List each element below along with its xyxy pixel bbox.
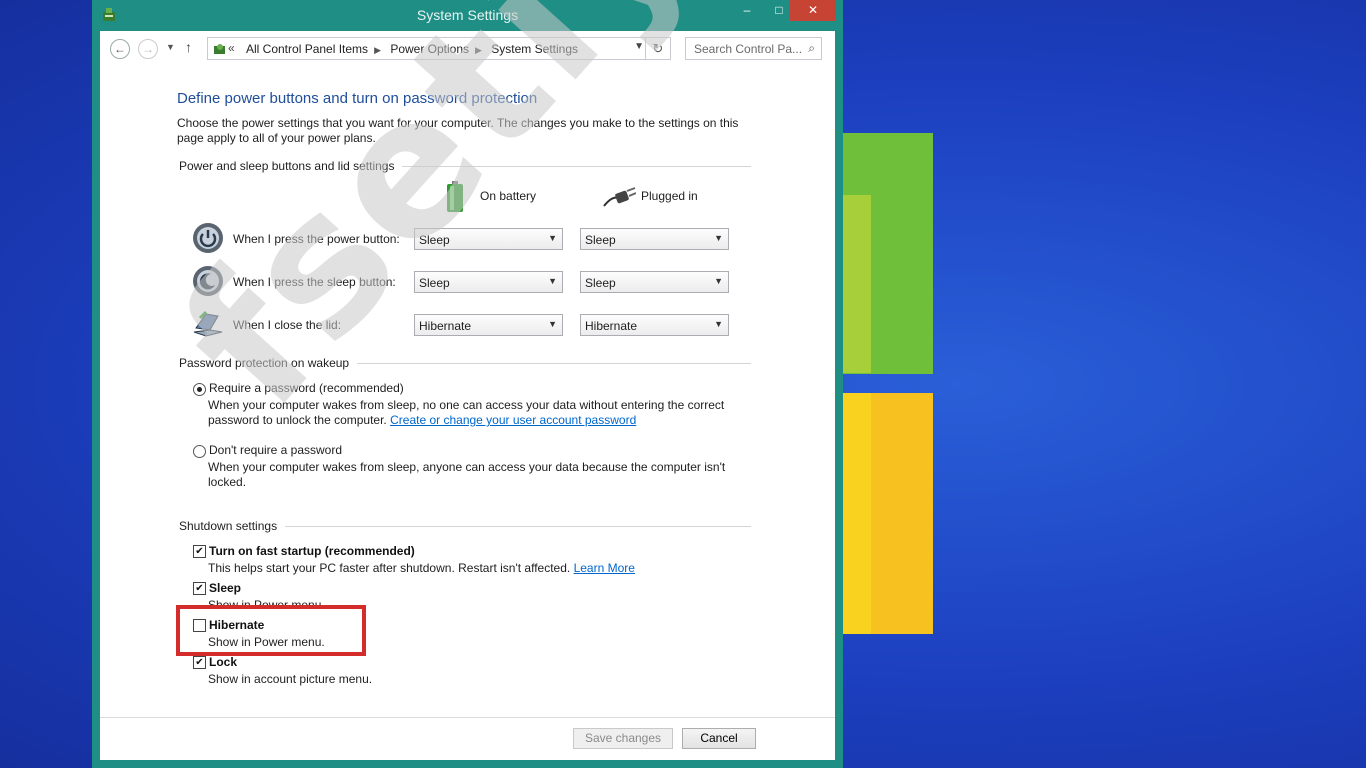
chevron-down-icon: ▼	[548, 276, 557, 286]
close-lid-battery-select[interactable]: Hibernate ▼	[414, 314, 563, 336]
back-arrow-icon[interactable]: ←	[110, 39, 130, 59]
breadcrumb-item[interactable]: All Control Panel Items	[246, 42, 368, 56]
power-button-label: When I press the power button:	[233, 232, 400, 246]
select-value: Sleep	[585, 233, 616, 247]
section-title-shutdown: Shutdown settings	[179, 519, 286, 533]
change-password-link[interactable]: Create or change your user account passw…	[390, 413, 636, 427]
desktop-tile-yellow-accent	[843, 393, 871, 634]
section-title-buttons: Power and sleep buttons and lid settings	[179, 159, 403, 173]
sleep-button-battery-select[interactable]: Sleep ▼	[414, 271, 563, 293]
fast-startup-text: This helps start your PC faster after sh…	[208, 561, 571, 575]
hibernate-highlight-box	[176, 605, 366, 656]
search-icon[interactable]: ⌕	[808, 41, 815, 56]
save-changes-button[interactable]: Save changes	[573, 728, 673, 749]
sleep-button-label: When I press the sleep button:	[233, 275, 396, 289]
close-lid-plugged-select[interactable]: Hibernate ▼	[580, 314, 729, 336]
window-client-area: ← → ▼ ↑ « All Control Panel Items ▶ Power…	[100, 31, 835, 760]
cancel-button[interactable]: Cancel	[682, 728, 756, 749]
sleep-button-icon	[193, 266, 223, 296]
footer-divider	[100, 717, 835, 718]
breadcrumb-item[interactable]: Power Options	[390, 42, 469, 56]
title-bar[interactable]: System Settings – □ ✕	[92, 0, 843, 31]
require-password-description: When your computer wakes from sleep, no …	[208, 398, 728, 428]
chevron-down-icon: ▼	[548, 319, 557, 329]
laptop-lid-icon	[193, 310, 223, 337]
power-plug-icon	[603, 187, 636, 207]
power-button-icon	[193, 223, 223, 253]
fast-startup-checkbox[interactable]: ✔	[193, 545, 206, 558]
no-password-description: When your computer wakes from sleep, any…	[208, 460, 726, 489]
breadcrumb-item[interactable]: System Settings	[491, 42, 578, 56]
breadcrumb-overflow[interactable]: «	[228, 41, 235, 55]
recent-pages-dropdown-icon[interactable]: ▼	[166, 42, 175, 52]
search-input[interactable]: Search Control Pa... ⌕	[685, 37, 822, 60]
column-on-battery: On battery	[480, 189, 537, 203]
page-description: Choose the power settings that you want …	[177, 116, 739, 145]
learn-more-link[interactable]: Learn More	[574, 561, 635, 575]
require-password-radio[interactable]	[193, 383, 206, 396]
chevron-down-icon: ▼	[714, 276, 723, 286]
system-settings-window: System Settings – □ ✕ ← → ▼ ↑ « All Cont…	[92, 0, 843, 768]
no-password-radio[interactable]	[193, 445, 206, 458]
battery-icon	[447, 181, 463, 212]
up-arrow-icon[interactable]: ↑	[185, 39, 192, 55]
close-button[interactable]: ✕	[790, 0, 836, 21]
desktop-tile-green-accent	[843, 195, 871, 373]
close-lid-label: When I close the lid:	[233, 318, 342, 332]
lock-description: Show in account picture menu.	[208, 672, 373, 686]
section-title-password: Password protection on wakeup	[179, 356, 358, 370]
forward-arrow-icon[interactable]: →	[138, 39, 158, 59]
no-password-label[interactable]: Don't require a password	[209, 443, 342, 457]
select-value: Sleep	[419, 233, 450, 247]
sleep-checkbox[interactable]: ✔	[193, 582, 206, 595]
lock-label[interactable]: Lock	[209, 655, 237, 669]
column-plugged-in: Plugged in	[641, 189, 698, 203]
sleep-label[interactable]: Sleep	[209, 581, 241, 595]
select-value: Sleep	[585, 276, 616, 290]
require-password-label[interactable]: Require a password (recommended)	[209, 381, 404, 395]
select-value: Hibernate	[419, 319, 472, 333]
control-panel-icon	[214, 44, 225, 54]
chevron-down-icon: ▼	[714, 319, 723, 329]
refresh-icon[interactable]: ↻	[645, 38, 670, 59]
breadcrumb: All Control Panel Items ▶ Power Options ▶ …	[246, 42, 584, 56]
chevron-down-icon: ▼	[548, 233, 557, 243]
fast-startup-description: This helps start your PC faster after sh…	[208, 561, 635, 575]
power-button-battery-select[interactable]: Sleep ▼	[414, 228, 563, 250]
address-dropdown-icon[interactable]: ▼	[634, 41, 644, 52]
power-button-plugged-select[interactable]: Sleep ▼	[580, 228, 729, 250]
search-placeholder: Search Control Pa...	[694, 42, 803, 56]
fast-startup-label[interactable]: Turn on fast startup (recommended)	[209, 544, 415, 558]
sleep-button-plugged-select[interactable]: Sleep ▼	[580, 271, 729, 293]
chevron-right-icon[interactable]: ▶	[374, 45, 381, 55]
minimize-button[interactable]: –	[732, 0, 762, 21]
chevron-down-icon: ▼	[714, 233, 723, 243]
chevron-right-icon[interactable]: ▶	[475, 45, 482, 55]
window-title: System Settings	[416, 7, 519, 23]
page-title: Define power buttons and turn on passwor…	[177, 90, 538, 107]
select-value: Sleep	[419, 276, 450, 290]
lock-checkbox[interactable]: ✔	[193, 656, 206, 669]
address-bar[interactable]: « All Control Panel Items ▶ Power Options…	[207, 37, 671, 60]
select-value: Hibernate	[585, 319, 638, 333]
